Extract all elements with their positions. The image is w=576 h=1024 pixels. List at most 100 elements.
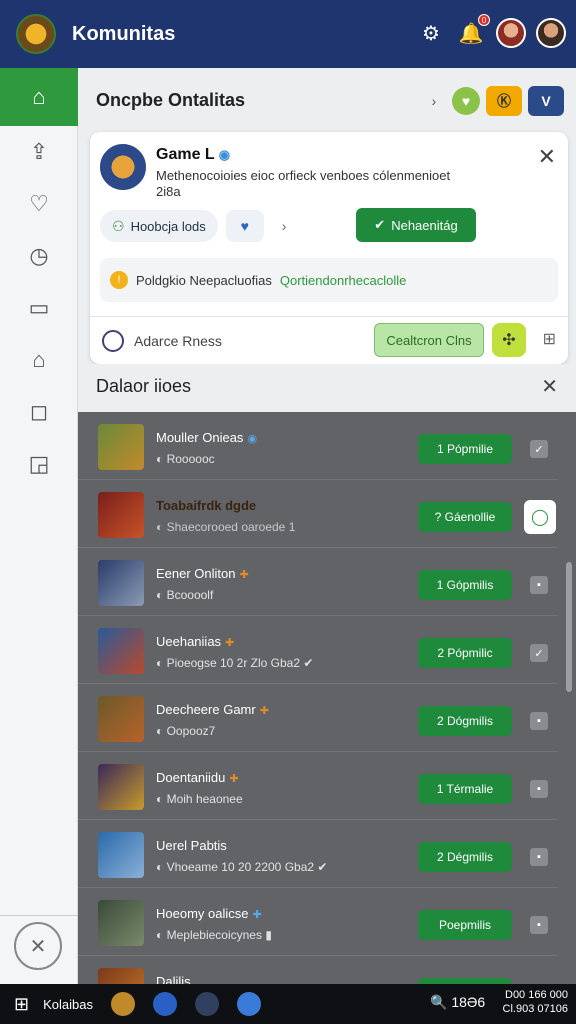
game-subtitle-text: Bcoooolf <box>166 588 214 602</box>
status-icon <box>102 329 124 352</box>
game-name: Mouller Onieas ◉ <box>156 430 257 445</box>
list-item[interactable]: Doentaniidu ✚ ◐ Moih heaonee 1 Térmalie ▪ <box>78 752 558 820</box>
taskbar-app-icon[interactable] <box>110 992 135 1016</box>
secondary-button[interactable]: Cealtcron Clns <box>374 323 484 357</box>
game-name: Ueehaniias ✚ <box>156 634 234 649</box>
chat-icon[interactable]: ◻ <box>0 386 78 438</box>
checkbox[interactable]: ◯ <box>524 500 556 534</box>
image-icon[interactable]: ◲ <box>0 438 78 490</box>
app-logo <box>16 14 56 54</box>
join-button[interactable]: ✔ Nehaenitág <box>356 208 476 242</box>
main-panel: Oncpbe Ontalitas › ♥ Ⓚ V Game L ◉ Metheno… <box>78 68 576 984</box>
game-subtitle: ◐ Roooooc <box>156 452 215 466</box>
list-item[interactable]: Deecheere Gamr ✚ ◐ Oopooz7 2 Dógmilis ▪ <box>78 684 558 752</box>
location-icon[interactable]: ♥ <box>452 87 480 115</box>
heart-icon[interactable]: ♡ <box>0 178 78 230</box>
members-chip[interactable]: ⚇ Hoobcja lods <box>100 210 218 242</box>
list-item[interactable]: Mouller Onieas ◉ ◐ Roooooc 1 Pópmilie ✓ <box>78 412 558 480</box>
game-subtitle: ◐ Bcoooolf <box>156 588 214 602</box>
game-name-text: Dalilis <box>156 974 191 984</box>
list-action-button[interactable]: ? Gáenollie <box>418 502 512 532</box>
game-card: Game L ◉ Methenocoioies eioc orfieck venb… <box>90 132 568 364</box>
home-icon[interactable]: ⌂ <box>0 68 78 126</box>
game-name-text: Ueehaniias <box>156 634 222 649</box>
notice-banner: ! Poldgkio Neepacluofias Qortiendonrheca… <box>100 258 558 302</box>
folder-icon[interactable]: ▭ <box>0 282 78 334</box>
join-button-label: Nehaenitág <box>391 217 458 233</box>
list-action-button[interactable]: 2 Dégmilis <box>418 842 512 872</box>
bell-icon[interactable]: 🔔 0 <box>456 14 490 48</box>
clock-time: D00 166 000 <box>505 989 568 1001</box>
list-action-button[interactable]: 2 Dógmilis <box>418 706 512 736</box>
dropdown-button[interactable]: V <box>528 86 564 116</box>
share-icon[interactable]: ⊞ <box>543 329 556 349</box>
list-action-button[interactable]: 1 Térmalie <box>418 774 512 804</box>
list-action-button[interactable]: Poepmilis <box>418 910 512 940</box>
checkbox[interactable]: ✓ <box>530 440 548 458</box>
list-action-button[interactable]: 1 Gópmilis <box>418 570 512 600</box>
game-thumbnail <box>98 832 144 878</box>
online-heading: Oncpbe Ontalitas <box>96 90 246 110</box>
checkbox[interactable]: ▪ <box>530 916 548 934</box>
close-icon[interactable]: ✕ <box>541 374 558 399</box>
chevron-right-icon[interactable]: › <box>282 218 287 234</box>
clock-icon[interactable]: ◷ <box>0 230 78 282</box>
taskbar-app-icon[interactable] <box>152 992 177 1016</box>
game-avatar <box>100 144 146 190</box>
game-name-text: Doentaniidu <box>156 770 226 785</box>
notice-link[interactable]: Qortiendonrhecaclolle <box>280 273 406 288</box>
gear-icon[interactable]: ⚙ <box>416 18 446 48</box>
list-item[interactable]: Hoeomy oalicse ✚ ◐ Meplebiecoicynes ▮ Poe… <box>78 888 558 956</box>
list-item[interactable]: Dalilis ▪ <box>78 956 558 984</box>
taskbar-search-text: 18Ə6 <box>451 994 486 1010</box>
game-thumbnail <box>98 628 144 674</box>
filter-button[interactable]: Ⓚ <box>486 86 522 116</box>
game-thumbnail <box>98 696 144 742</box>
taskbar-app-icon[interactable] <box>194 992 219 1016</box>
checkbox[interactable]: ▪ <box>530 576 548 594</box>
list-item[interactable]: Toabaifrdk dgde ◐ Shaecorooed oaroede 1 … <box>78 480 558 548</box>
info-icon: ! <box>110 271 128 289</box>
game-thumbnail <box>98 764 144 810</box>
verified-icon: ◉ <box>218 147 231 162</box>
game-subtitle-text: Oopooz7 <box>166 724 216 738</box>
checkbox[interactable]: ▪ <box>530 712 548 730</box>
avatar[interactable] <box>536 18 566 48</box>
arrow-icon[interactable]: › <box>422 93 446 109</box>
game-thumbnail <box>98 560 144 606</box>
close-icon[interactable]: ✕ <box>538 144 556 170</box>
game-subtitle: ◐ Vhoeame 10 20 2200 Gba2 ✔ <box>156 860 328 874</box>
avatar[interactable] <box>496 18 526 48</box>
checkbox[interactable]: ▪ <box>530 848 548 866</box>
heart-chip[interactable]: ♥ <box>225 210 264 242</box>
notice-text: Poldgkio Neepacluofias <box>136 272 272 288</box>
card-footer: Adarce Rness Cealtcron Clns ✣ ⊞ <box>90 316 568 364</box>
list-action-button[interactable]: 1 Pópmilie <box>418 434 512 464</box>
list-item[interactable]: Ueehaniias ✚ ◐ Pioeogse 10 2r Zlo Gba2 ✔ … <box>78 616 558 684</box>
game-name: Doentaniidu ✚ <box>156 770 239 785</box>
game-subtitle-text: Shaecorooed oaroede 1 <box>166 520 296 534</box>
game-thumbnail <box>98 424 144 470</box>
list-item[interactable]: Eener Onliton ✚ ◐ Bcoooolf 1 Gópmilis ▪ <box>78 548 558 616</box>
close-icon[interactable]: ✕ <box>14 922 62 970</box>
search-icon[interactable]: 🔍 18Ə6 <box>430 994 485 1011</box>
checkbox[interactable]: ✓ <box>530 644 548 662</box>
list-action-button[interactable]: 2 Pópmilic <box>418 638 512 668</box>
puzzle-icon[interactable]: ✣ <box>492 323 526 357</box>
scrollbar[interactable] <box>566 562 572 692</box>
bag-icon[interactable]: ⌂ <box>0 334 78 386</box>
game-title-text: Game L <box>156 146 215 163</box>
game-name-text: Toabaifrdk dgde <box>156 498 257 513</box>
checkbox[interactable]: ▪ <box>530 780 548 798</box>
game-list: Mouller Onieas ◉ ◐ Roooooc 1 Pópmilie ✓ T… <box>78 412 576 984</box>
game-name: Dalilis <box>156 974 191 984</box>
sidebar-divider <box>0 915 78 916</box>
game-description: Methenocoioies eioc orfieck venboes cóle… <box>156 168 451 199</box>
game-title: Game L ◉ <box>156 146 230 164</box>
taskbar-label[interactable]: Kolaibas <box>43 997 93 1012</box>
list-item[interactable]: Uerel Pabtis ◐ Vhoeame 10 20 2200 Gba2 ✔… <box>78 820 558 888</box>
windows-icon[interactable]: ⊞ <box>14 994 29 1015</box>
game-name-text: Mouller Onieas <box>156 430 244 445</box>
taskbar-app-icon[interactable] <box>236 992 261 1016</box>
upload-icon[interactable]: ⇪ <box>0 126 78 178</box>
